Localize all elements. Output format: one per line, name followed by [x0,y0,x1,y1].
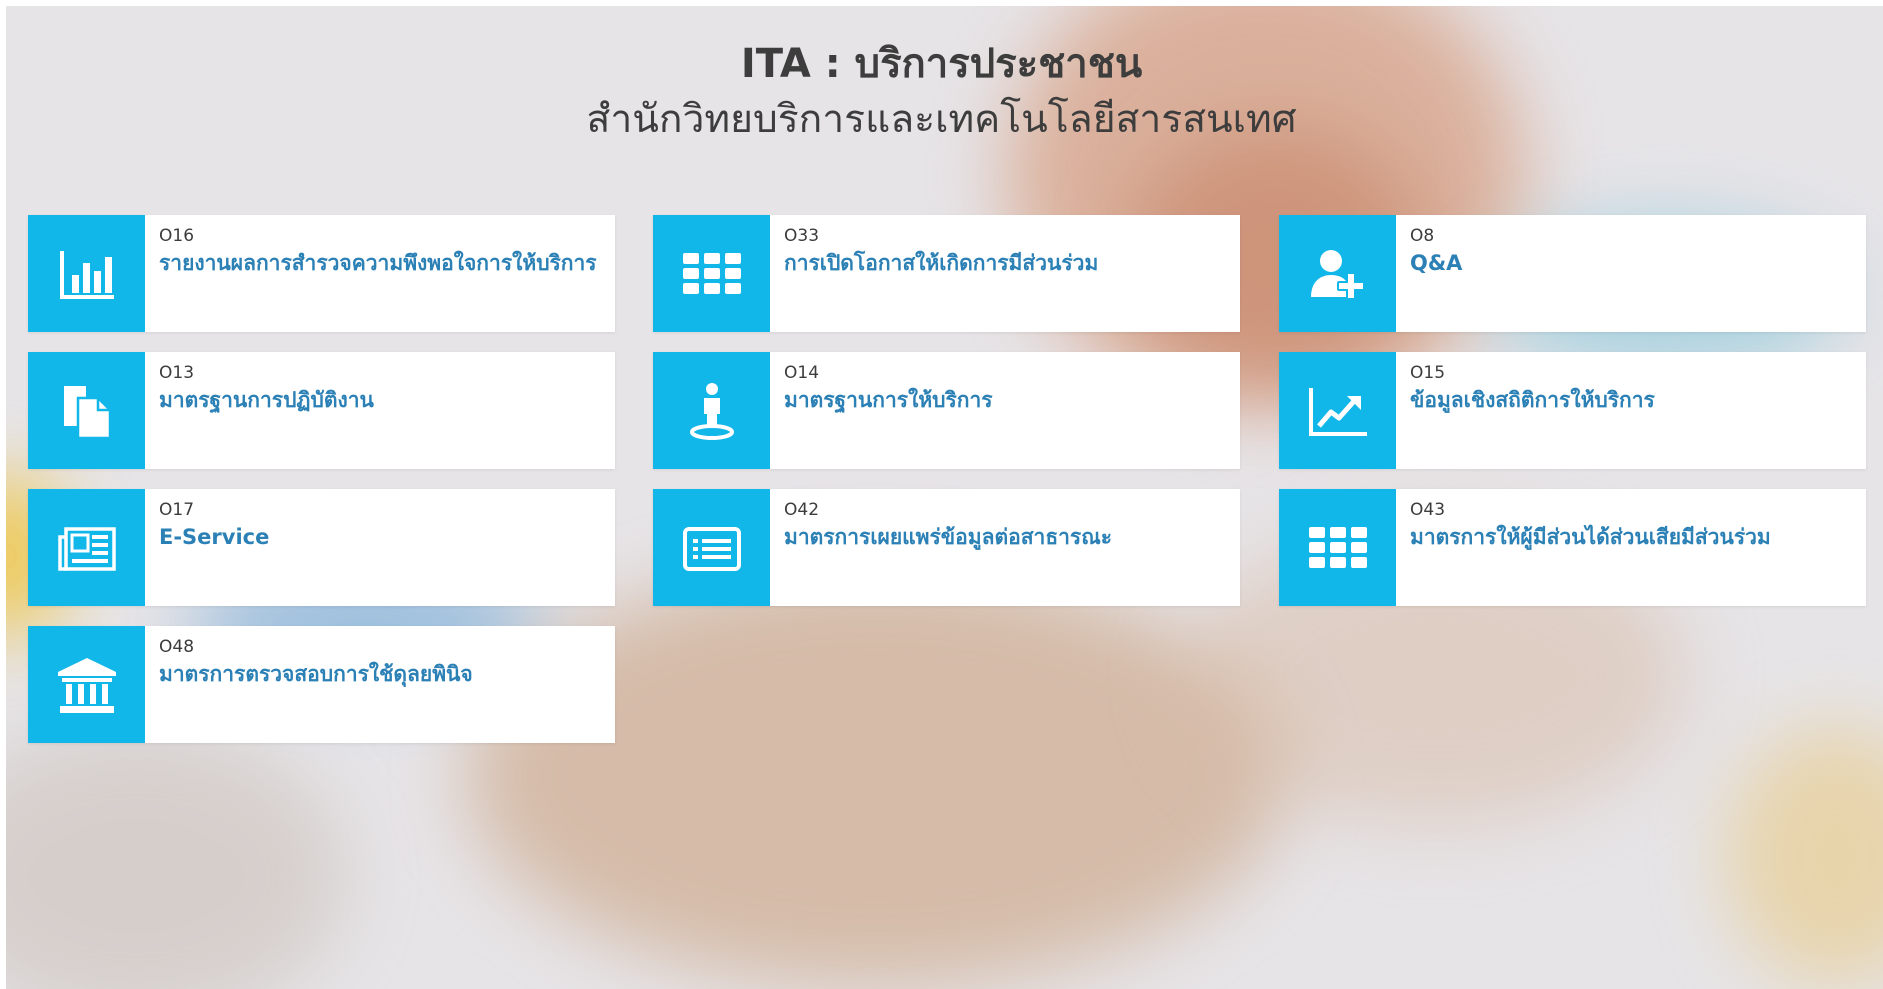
tile-label[interactable]: ข้อมูลเชิงสถิติการให้บริการ [1410,384,1655,416]
user-plus-icon [1279,215,1396,332]
bank-icon [28,626,145,743]
tile-code: O48 [159,637,195,657]
tile-o8[interactable]: O8 Q&A [1279,215,1866,332]
tile-code: O43 [1410,500,1446,520]
tile-code: O8 [1410,226,1435,246]
grid-icon [653,215,770,332]
tile-o14[interactable]: O14 มาตรฐานการให้บริการ [653,352,1240,469]
tile-code: O16 [159,226,195,246]
tile-label[interactable]: มาตรการให้ผู้มีส่วนได้ส่วนเสียมีส่วนร่วม [1410,521,1771,553]
person-pin-icon [653,352,770,469]
documents-icon [28,352,145,469]
list-icon [653,489,770,606]
tile-code: O15 [1410,363,1446,383]
tile-o48[interactable]: O48 มาตรการตรวจสอบการใช้ดุลยพินิจ [28,626,615,743]
page-subtitle: สำนักวิทยบริการและเทคโนโลยีสารสนเทศ [586,97,1297,142]
tile-label[interactable]: Q&A [1410,247,1462,279]
tile-code: O14 [784,363,820,383]
tile-o42[interactable]: O42 มาตรการเผยแพร่ข้อมูลต่อสาธารณะ [653,489,1240,606]
tile-label[interactable]: มาตรการตรวจสอบการใช้ดุลยพินิจ [159,658,473,690]
tile-code: O42 [784,500,820,520]
page-title: ITA : บริการประชาชน [740,41,1143,87]
tile-o17[interactable]: O17 E-Service [28,489,615,606]
tile-label[interactable]: มาตรการเผยแพร่ข้อมูลต่อสาธารณะ [784,521,1112,553]
tile-code: O13 [159,363,195,383]
tile-label[interactable]: E-Service [159,521,269,553]
tile-code: O33 [784,226,820,246]
tile-o15[interactable]: O15 ข้อมูลเชิงสถิติการให้บริการ [1279,352,1866,469]
tile-label[interactable]: มาตรฐานการปฏิบัติงาน [159,384,374,416]
bar-chart-icon [28,215,145,332]
page-header: ITA : บริการประชาชน สำนักวิทยบริการและเท… [0,36,1883,148]
tile-o33[interactable]: O33 การเปิดโอกาสให้เกิดการมีส่วนร่วม [653,215,1240,332]
tile-label[interactable]: รายงานผลการสำรวจความพึงพอใจการให้บริการ [159,247,597,279]
tile-label[interactable]: มาตรฐานการให้บริการ [784,384,993,416]
line-chart-icon [1279,352,1396,469]
tile-o16[interactable]: O16 รายงานผลการสำรวจความพึงพอใจการให้บริ… [28,215,615,332]
tile-code: O17 [159,500,195,520]
tile-label[interactable]: การเปิดโอกาสให้เกิดการมีส่วนร่วม [784,247,1098,279]
grid-icon [1279,489,1396,606]
tile-o43[interactable]: O43 มาตรการให้ผู้มีส่วนได้ส่วนเสียมีส่วน… [1279,489,1866,606]
newspaper-icon [28,489,145,606]
tile-o13[interactable]: O13 มาตรฐานการปฏิบัติงาน [28,352,615,469]
